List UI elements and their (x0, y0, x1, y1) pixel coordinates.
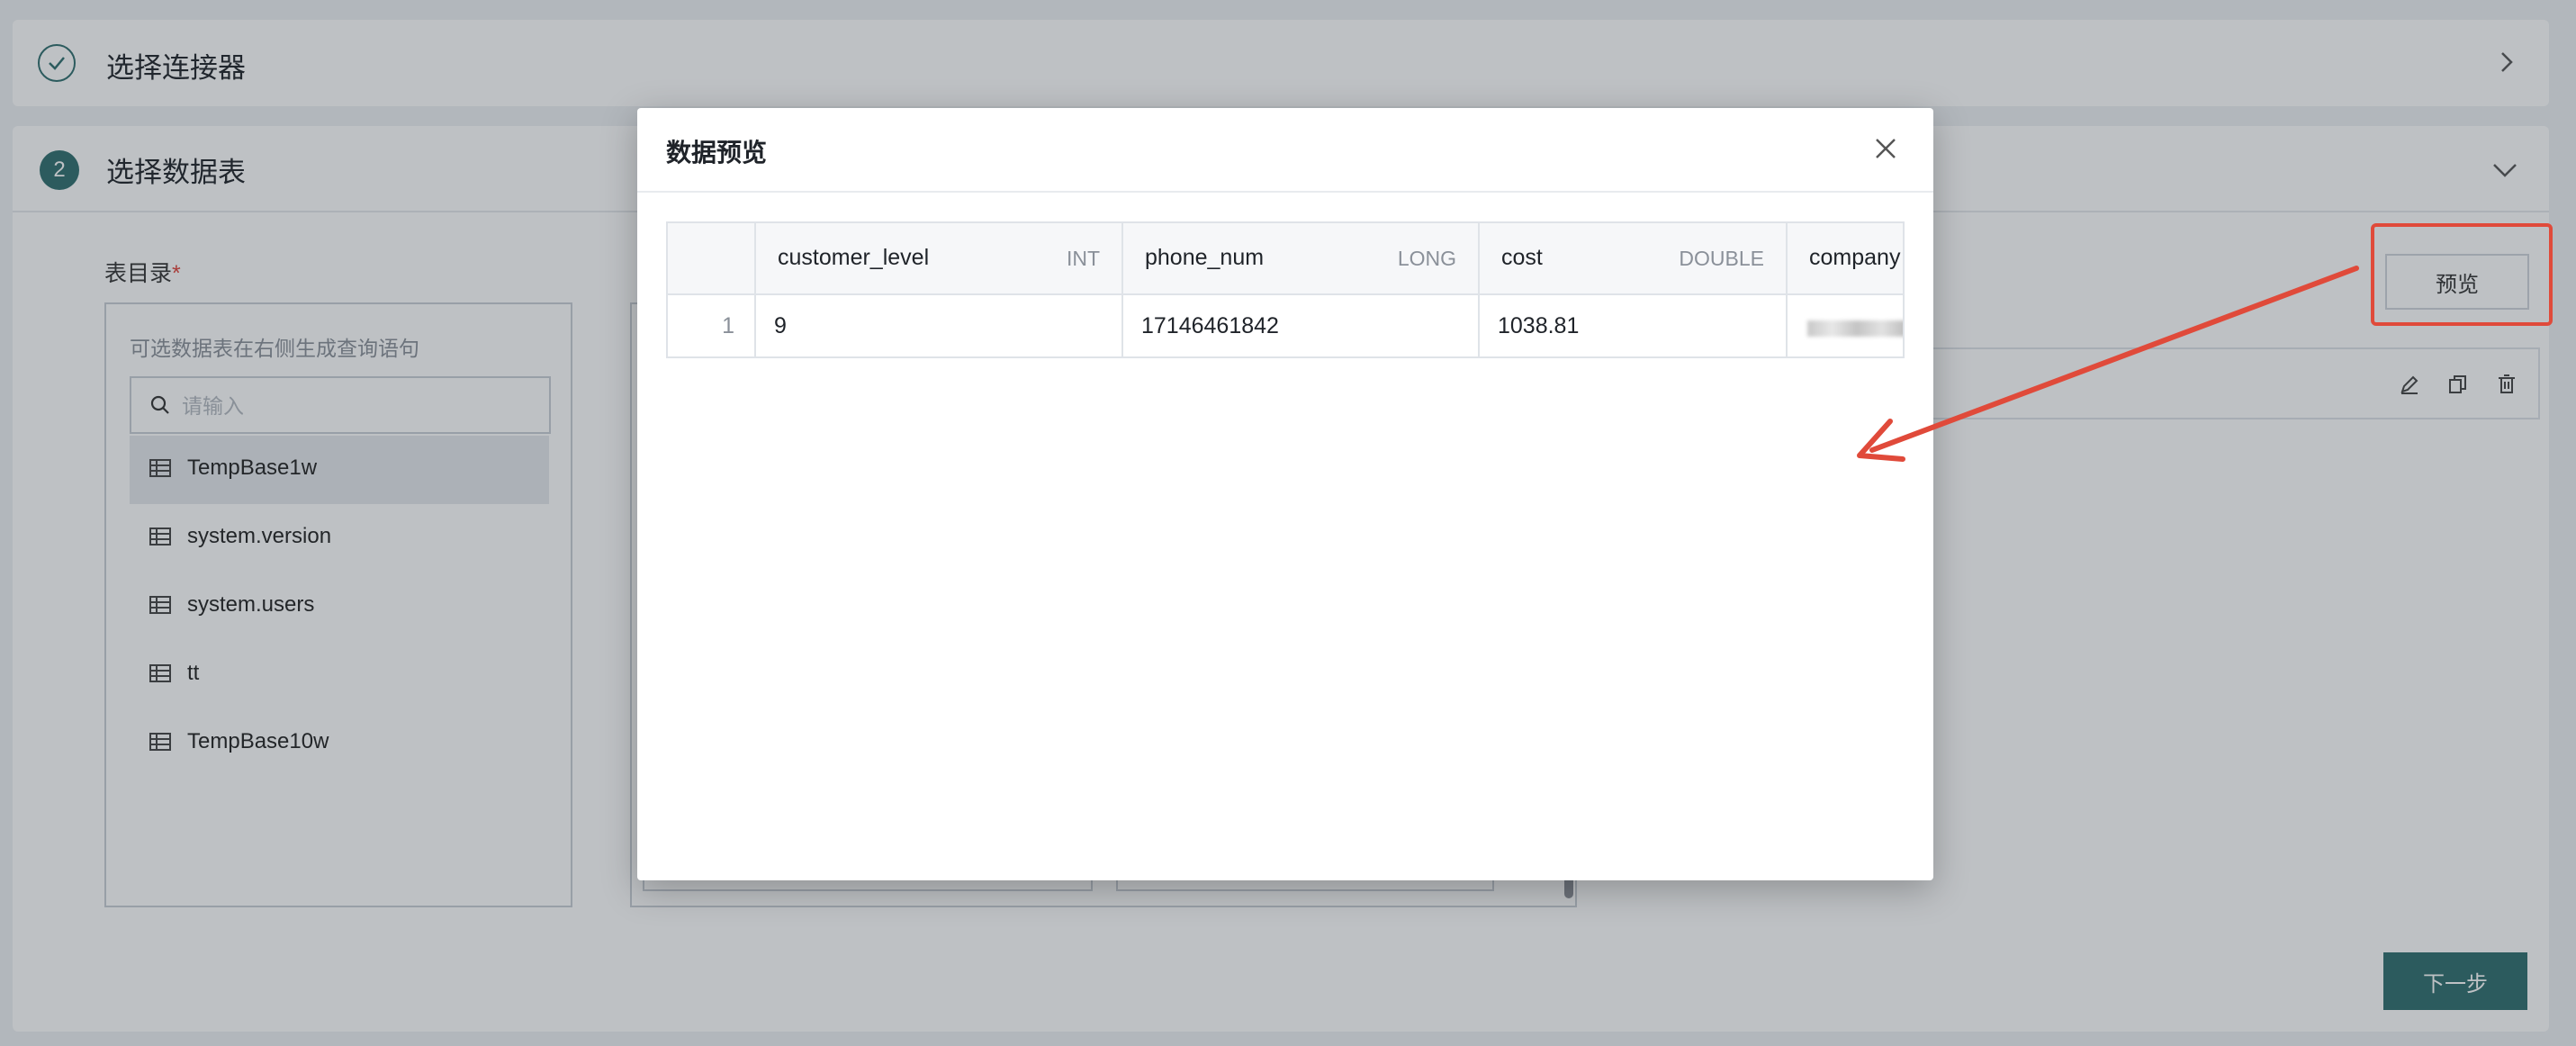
preview-grid: customer_level INT phone_num LONG cost D… (666, 221, 1905, 358)
cell-value: 17146461842 (1141, 313, 1279, 338)
table-cell: 9 (756, 295, 1123, 356)
column-name: company (1809, 245, 1901, 270)
row-index-header (668, 223, 756, 295)
cell-value: 9 (774, 313, 787, 338)
column-header[interactable]: cost DOUBLE (1480, 223, 1788, 295)
column-header[interactable]: company (1788, 223, 1903, 295)
table-cell: 17146461842 (1123, 295, 1480, 356)
cell-value: 1038.81 (1498, 313, 1580, 338)
row-index-cell: 1 (668, 295, 756, 356)
modal-divider (637, 191, 1933, 193)
column-name: customer_level (778, 245, 930, 270)
close-icon[interactable] (1870, 133, 1901, 164)
column-type: DOUBLE (1679, 247, 1764, 270)
modal-title: 数据预览 (666, 139, 768, 167)
table-cell: 1038.81 (1480, 295, 1788, 356)
column-name: phone_num (1145, 245, 1265, 270)
table-cell (1788, 295, 1903, 356)
column-name: cost (1501, 245, 1543, 270)
blurred-value (1807, 320, 1903, 337)
annotation-highlight-box (2371, 223, 2553, 326)
column-header[interactable]: phone_num LONG (1123, 223, 1480, 295)
column-type: LONG (1397, 247, 1456, 270)
column-type: INT (1066, 247, 1100, 270)
preview-modal: 数据预览 customer_level INT phone_num LONG c… (637, 108, 1933, 880)
column-header[interactable]: customer_level INT (756, 223, 1123, 295)
row-index: 1 (722, 313, 734, 338)
